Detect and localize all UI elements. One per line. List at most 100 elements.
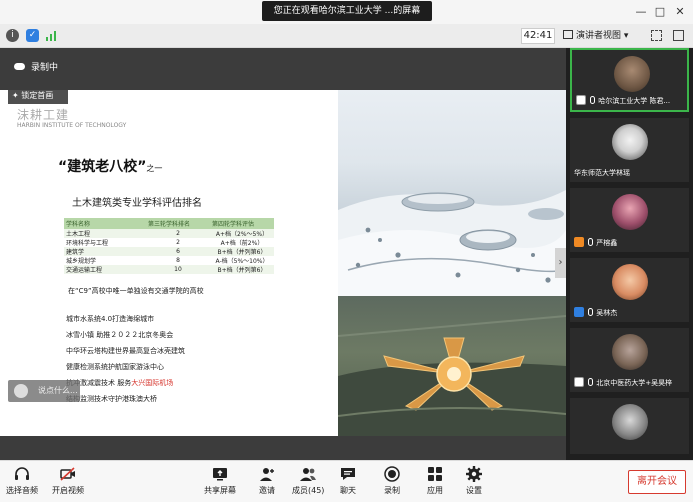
table-cell: 6 xyxy=(146,247,210,256)
participant-name-text: 哈尔滨工业大学 陈君... xyxy=(598,97,671,105)
apps-icon xyxy=(428,467,442,481)
participant-name: 吴林杰 xyxy=(574,307,617,318)
view-mode-button[interactable]: 演讲者视图 ▾ xyxy=(563,28,643,44)
table-cell: A+档（前2%） xyxy=(220,240,264,247)
mic-icon xyxy=(588,308,594,316)
table-cell: 城乡规划学 xyxy=(66,258,97,265)
share-screen-label: 共享屏幕 xyxy=(204,486,236,495)
screen-share-icon xyxy=(574,377,584,387)
settings-label: 设置 xyxy=(466,486,482,495)
minimize-button[interactable]: — xyxy=(633,4,649,20)
chat-label: 聊天 xyxy=(340,486,356,495)
participant-tile[interactable]: 北京中医药大学+吴昊梓 xyxy=(570,328,689,392)
recording-label: 录制中 xyxy=(31,63,59,73)
meeting-window: 您正在观看哈尔滨工业大学 ...的屏幕 — □ ✕ i ✓ 42:41 演讲者视… xyxy=(0,0,693,502)
table-cell: 2 xyxy=(176,239,180,246)
signal-icon[interactable] xyxy=(45,29,58,42)
participant-tile[interactable]: 吴林杰 xyxy=(570,258,689,322)
table-cell: 环境科学与工程 xyxy=(66,240,109,247)
bullet-highlight: 大兴国际机场 xyxy=(131,379,174,387)
user-badge-icon xyxy=(574,307,584,317)
leave-meeting-button[interactable]: 离开会议 xyxy=(628,470,686,494)
maximize-button[interactable]: □ xyxy=(652,4,668,20)
video-button[interactable]: 开启视频 xyxy=(52,465,84,496)
title-bar: 您正在观看哈尔滨工业大学 ...的屏幕 — □ ✕ xyxy=(0,0,693,24)
meeting-status-bar: i ✓ 42:41 演讲者视图 ▾ xyxy=(0,24,693,48)
chat-icon xyxy=(341,468,355,480)
members-button[interactable]: 成员(45) xyxy=(292,465,324,496)
bottom-toolbar: 选择音频 开启视频 共享屏幕 邀请 成员(45) 聊天 录制 应用 设置 离开会… xyxy=(0,460,693,502)
invite-button[interactable]: 邀请 xyxy=(258,465,276,496)
gear-icon xyxy=(466,466,482,482)
screen-share-icon xyxy=(576,95,586,105)
participant-tile[interactable]: 严榕鑫 xyxy=(570,188,689,252)
university-motto: 沫耕工建 xyxy=(17,108,70,122)
recording-indicator: 录制中 xyxy=(14,60,58,73)
view-mode-label: 演讲者视图 xyxy=(576,31,622,41)
table-row: 建筑学 6 B+档（并列第6） xyxy=(64,247,274,256)
speak-input[interactable]: 说点什么... xyxy=(8,380,80,402)
avatar xyxy=(612,334,648,370)
apps-label: 应用 xyxy=(427,486,443,495)
ranking-table: 学科名称 第三轮学科排名 第四轮学科评估 土木工程 2 A+档（2%～5%） 环… xyxy=(64,218,274,274)
bullet-item: 抗冲激减震技术 服务大兴国际机场 xyxy=(66,378,173,388)
mic-icon xyxy=(590,96,596,104)
record-icon xyxy=(384,466,400,482)
avatar xyxy=(612,124,648,160)
record-button[interactable]: 录制 xyxy=(383,465,401,496)
participants-panel: 哈尔滨工业大学 陈君... 华东师范大学林瑶 严榕鑫 吴林杰 北京中医药大学+吴… xyxy=(566,48,693,460)
table-row: 交通运输工程 10 B+档（并列第6） xyxy=(64,265,274,274)
bullet-item: 健康检测系统护航国家游泳中心 xyxy=(66,363,164,371)
table-cell: 8 xyxy=(176,257,180,264)
table-header: 学科名称 xyxy=(64,218,146,229)
slide-title-suffix: 之一 xyxy=(146,164,163,173)
slide-title: “建筑老八校”之一 xyxy=(58,156,162,176)
chat-button[interactable]: 聊天 xyxy=(339,465,357,496)
university-name: HARBIN INSTITUTE OF TECHNOLOGY xyxy=(17,122,127,129)
apps-button[interactable]: 应用 xyxy=(426,465,444,496)
bullet-item: 中华环云塔构建世界最高复合冰壳建筑 xyxy=(66,347,185,355)
table-header: 第四轮学科评估 xyxy=(210,218,274,229)
video-off-icon xyxy=(60,467,75,481)
info-icon[interactable]: i xyxy=(6,29,19,42)
slide-subtitle: 土木建筑类专业学科评估排名 xyxy=(72,198,202,209)
avatar xyxy=(612,194,648,230)
members-icon xyxy=(300,468,317,481)
table-cell: B+档（并列第6） xyxy=(210,247,274,256)
table-cell: B+档（并列第6） xyxy=(210,265,274,274)
share-screen-button[interactable]: 共享屏幕 xyxy=(204,465,236,496)
share-screen-icon xyxy=(213,468,227,481)
table-cell: A+档（2%～5%） xyxy=(210,229,274,238)
pin-label: 锁定首画 xyxy=(21,91,54,100)
c9-note: 在“C9”高校中唯一单独设有交通学院的高校 xyxy=(68,287,204,295)
video-label: 开启视频 xyxy=(52,486,84,495)
winter-venue-image xyxy=(338,90,566,296)
fullscreen-icon[interactable] xyxy=(651,30,662,41)
participant-tile[interactable]: 哈尔滨工业大学 陈君... xyxy=(570,48,689,112)
shield-icon[interactable]: ✓ xyxy=(26,29,39,42)
pin-icon: ✦ xyxy=(12,91,19,100)
participant-name-text: 吴林杰 xyxy=(596,309,618,317)
avatar xyxy=(612,264,648,300)
participant-name-text: 严榕鑫 xyxy=(596,239,618,247)
invite-icon xyxy=(260,468,274,481)
table-cell: A-档（5%～10%） xyxy=(215,258,269,265)
participant-name-text: 北京中医药大学+吴昊梓 xyxy=(596,379,673,387)
participant-tile[interactable]: 华东师范大学林瑶 xyxy=(570,118,689,182)
pin-screen-tooltip[interactable]: ✦ 锁定首画 xyxy=(8,88,68,104)
table-cell: 交通运输工程 xyxy=(64,265,146,274)
close-button[interactable]: ✕ xyxy=(672,4,688,20)
audio-label: 选择音频 xyxy=(6,486,38,495)
settings-button[interactable]: 设置 xyxy=(465,465,483,496)
share-banner[interactable]: 您正在观看哈尔滨工业大学 ...的屏幕 xyxy=(262,1,432,21)
bullet-item: 冰雪小镇 助推２０２２北京冬奥会 xyxy=(66,331,174,339)
table-cell: 建筑学 xyxy=(64,247,146,256)
chevron-down-icon: ▾ xyxy=(623,31,629,41)
participant-tile[interactable] xyxy=(570,398,689,454)
grid-view-icon[interactable] xyxy=(673,30,684,41)
table-cell: 2 xyxy=(146,229,210,238)
members-label: 成员(45) xyxy=(292,486,325,495)
collapse-panel-handle[interactable]: › xyxy=(555,248,566,278)
audio-button[interactable]: 选择音频 xyxy=(6,465,38,496)
participant-name: 严榕鑫 xyxy=(574,237,617,248)
